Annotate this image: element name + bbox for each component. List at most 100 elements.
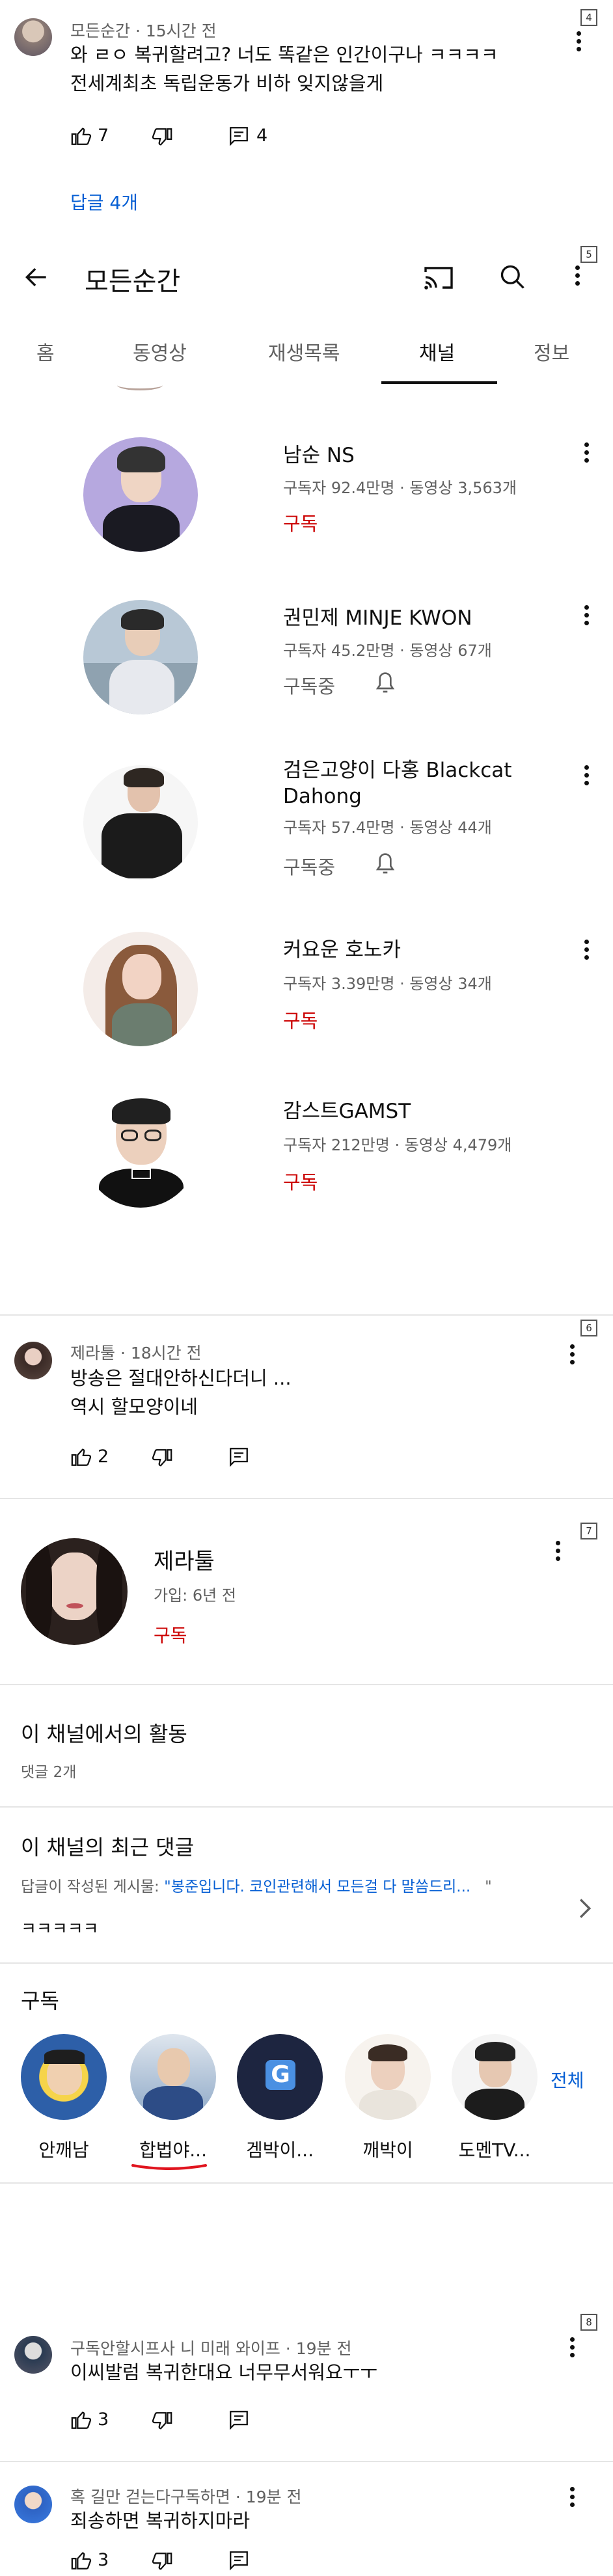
reply-icon[interactable] bbox=[228, 2549, 250, 2571]
bell-icon[interactable] bbox=[372, 668, 398, 696]
like-icon[interactable] bbox=[70, 2549, 92, 2571]
channel-name[interactable]: 권민제 MINJE KWON bbox=[283, 605, 472, 631]
subscription-name[interactable]: 합법야... bbox=[128, 2136, 219, 2162]
subscription-avatar[interactable] bbox=[130, 2034, 216, 2120]
commenter-avatar[interactable] bbox=[14, 2486, 52, 2523]
profile-joined: 가입: 6년 전 bbox=[154, 1586, 236, 1605]
more-options-icon[interactable] bbox=[583, 765, 590, 789]
comment-time: 19분 전 bbox=[295, 2339, 352, 2358]
view-all-subscriptions-button[interactable]: 전체 bbox=[551, 2067, 584, 2093]
commenter-avatar[interactable] bbox=[14, 1342, 52, 1379]
subscription-name[interactable]: 깨박이 bbox=[342, 2136, 433, 2162]
reply-icon[interactable] bbox=[228, 2409, 250, 2431]
divider bbox=[0, 1962, 613, 1964]
search-icon[interactable] bbox=[498, 263, 527, 291]
section-badge: 5 bbox=[580, 246, 597, 263]
profile-name: 제라툴 bbox=[154, 1549, 215, 1575]
comment-author[interactable]: 제라툴 bbox=[70, 1344, 115, 1363]
commenter-avatar[interactable] bbox=[14, 18, 52, 56]
subscription-avatar[interactable] bbox=[452, 2034, 538, 2120]
red-underline bbox=[131, 2164, 207, 2170]
profile-avatar bbox=[21, 1538, 128, 1645]
commenter-avatar[interactable] bbox=[14, 2336, 52, 2374]
channel-name[interactable]: 커요운 호노카 bbox=[283, 937, 401, 963]
comment-meta: 모든순간 · 15시간 전 bbox=[70, 21, 217, 40]
cast-icon[interactable] bbox=[423, 263, 454, 291]
comment-author[interactable]: 혹 길만 걷는다구독하면 bbox=[70, 2488, 230, 2506]
like-count: 3 bbox=[98, 2409, 109, 2430]
comment-author[interactable]: 모든순간 bbox=[70, 21, 130, 40]
comment-meta: 구독안할시프사 니 미래 와이프 · 19분 전 bbox=[70, 2339, 352, 2358]
more-options-icon[interactable] bbox=[574, 265, 580, 289]
dislike-icon[interactable] bbox=[151, 1447, 173, 1469]
recent-comment-context[interactable]: 답글이 작성된 게시물: "봉준입니다. 코인관련해서 모든걸 다 말씀드리..… bbox=[21, 1874, 492, 1896]
comment-line: 와 ㄹㅇ 복귀할려고? 너도 똑같은 인간이구나 ㅋㅋㅋㅋ bbox=[70, 44, 498, 66]
subscription-name[interactable]: 겜박이... bbox=[234, 2136, 325, 2162]
tab-videos[interactable]: 동영상 bbox=[133, 337, 187, 366]
more-options-icon[interactable] bbox=[569, 2487, 575, 2510]
recent-comment-text: ㅋㅋㅋㅋㅋ bbox=[21, 1919, 99, 1939]
more-options-icon[interactable] bbox=[569, 2337, 575, 2361]
divider bbox=[0, 1314, 613, 1316]
more-options-icon[interactable] bbox=[583, 940, 590, 963]
comment-time: 15시간 전 bbox=[145, 21, 217, 40]
like-count: 7 bbox=[98, 126, 109, 146]
subscription-avatar[interactable]: G bbox=[237, 2034, 323, 2120]
subscribe-button[interactable]: 구독 bbox=[283, 1167, 318, 1195]
section-badge: 4 bbox=[580, 9, 597, 26]
channel-avatar[interactable] bbox=[83, 437, 198, 552]
like-icon[interactable] bbox=[70, 125, 92, 147]
channel-avatar[interactable] bbox=[83, 600, 198, 714]
subscription-name[interactable]: 안깨남 bbox=[18, 2136, 109, 2162]
tab-playlists[interactable]: 재생목록 bbox=[268, 337, 340, 366]
dislike-icon[interactable] bbox=[151, 2551, 173, 2573]
like-icon[interactable] bbox=[70, 1446, 92, 1468]
channel-avatar[interactable] bbox=[83, 932, 198, 1046]
channel-name-line: 검은고양이 다홍 Blackcat bbox=[283, 759, 512, 782]
reply-icon[interactable] bbox=[228, 1446, 250, 1468]
channel-name[interactable]: 남순 NS bbox=[283, 442, 355, 468]
subscribed-button[interactable]: 구독중 bbox=[283, 671, 335, 699]
channel-stats: 구독자 92.4만명 · 동영상 3,563개 bbox=[283, 479, 517, 497]
back-arrow-icon[interactable] bbox=[22, 263, 51, 291]
view-replies-link[interactable]: 답글 4개 bbox=[70, 189, 138, 215]
recent-comment-quote-end: " bbox=[485, 1878, 492, 1895]
more-options-icon[interactable] bbox=[583, 442, 590, 466]
subscribed-button[interactable]: 구독중 bbox=[283, 852, 335, 880]
active-tab-indicator bbox=[381, 381, 497, 384]
like-count: 2 bbox=[98, 1446, 109, 1467]
comment-author[interactable]: 구독안할시프사 니 미래 와이프 bbox=[70, 2339, 280, 2358]
reply-icon[interactable] bbox=[228, 125, 250, 147]
subscribe-button[interactable]: 구독 bbox=[283, 509, 318, 536]
dislike-icon[interactable] bbox=[151, 2410, 173, 2432]
tab-channels[interactable]: 채널 bbox=[419, 337, 455, 366]
subscription-avatar[interactable] bbox=[345, 2034, 431, 2120]
more-options-icon[interactable] bbox=[583, 605, 590, 629]
chevron-right-icon[interactable] bbox=[578, 1897, 592, 1919]
divider bbox=[0, 1806, 613, 1808]
divider bbox=[0, 2182, 613, 2184]
dislike-icon[interactable] bbox=[151, 126, 173, 148]
channel-avatar[interactable] bbox=[83, 1093, 198, 1208]
comment-time: 18시간 전 bbox=[130, 1344, 202, 1363]
tab-about[interactable]: 정보 bbox=[534, 337, 569, 366]
channel-avatar[interactable] bbox=[83, 765, 198, 880]
subscribe-button[interactable]: 구독 bbox=[283, 1006, 318, 1033]
more-options-icon[interactable] bbox=[569, 1344, 575, 1368]
recent-comment-post-link[interactable]: "봉준입니다. 코인관련해서 모든걸 다 말씀드리... bbox=[164, 1878, 470, 1895]
subscribe-button[interactable]: 구독 bbox=[154, 1621, 187, 1647]
subscription-avatar[interactable] bbox=[21, 2034, 107, 2120]
bell-icon[interactable] bbox=[372, 848, 398, 877]
more-options-icon[interactable] bbox=[575, 31, 582, 55]
comment-meta: 혹 길만 걷는다구독하면 · 19분 전 bbox=[70, 2488, 302, 2506]
section-badge: 8 bbox=[580, 2314, 597, 2331]
more-options-icon[interactable] bbox=[554, 1541, 561, 1564]
like-count: 3 bbox=[98, 2550, 109, 2570]
like-icon[interactable] bbox=[70, 2409, 92, 2431]
tab-home[interactable]: 홈 bbox=[36, 337, 55, 366]
page-title: 모든순간 bbox=[85, 267, 181, 297]
channel-stats: 구독자 3.39만명 · 동영상 34개 bbox=[283, 975, 492, 993]
subscription-name[interactable]: 도멘TV... bbox=[449, 2136, 540, 2162]
channel-name[interactable]: 감스트GAMST bbox=[283, 1098, 411, 1124]
channel-name[interactable]: 검은고양이 다홍 Blackcat Dahong bbox=[283, 757, 511, 809]
